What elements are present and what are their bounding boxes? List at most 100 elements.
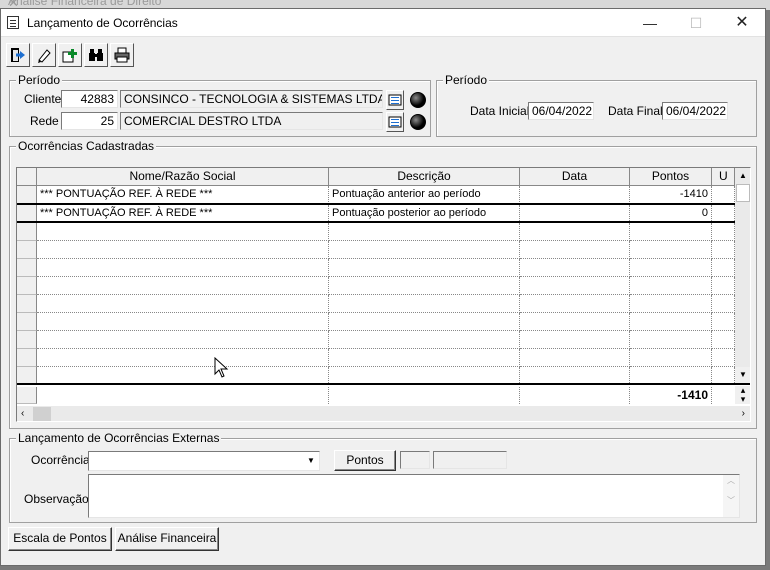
empty-cell[interactable] [520,331,630,349]
empty-cell[interactable] [329,223,520,241]
total-separator [17,383,750,385]
grid-horizontal-scrollbar[interactable]: ‹ › [17,406,750,421]
maximize-button[interactable]: ☐ [673,9,719,37]
cliente-list-button[interactable] [386,90,404,110]
externas-group: Lançamento de Ocorrências Externas Ocorr… [9,431,757,523]
empty-cell[interactable] [37,241,329,259]
observacao-scrollbar[interactable]: ︿ ﹀ [723,475,739,517]
minimize-button[interactable]: — [627,9,673,37]
cell-pontos[interactable]: -1410 [630,186,712,204]
cliente-label: Cliente [24,92,62,106]
row-indicator[interactable] [17,259,37,277]
empty-cell[interactable] [520,241,630,259]
empty-cell[interactable] [630,259,712,277]
form-icon [7,16,19,29]
empty-cell[interactable] [329,313,520,331]
empty-cell[interactable] [520,277,630,295]
escala-de-pontos-button[interactable]: Escala de Pontos [8,527,112,551]
row-indicator[interactable] [17,277,37,295]
cliente-code-field[interactable]: 42883 [61,90,118,108]
search-button[interactable] [84,43,108,67]
empty-cell[interactable] [630,313,712,331]
row-indicator[interactable] [17,349,37,367]
empty-cell[interactable] [37,349,329,367]
empty-cell[interactable] [520,259,630,277]
rede-list-button[interactable] [386,112,404,132]
total-spin-icon[interactable]: ▴ ▾ [735,386,750,404]
row-indicator[interactable] [17,295,37,313]
add-button[interactable] [58,43,82,67]
total-cell-descricao [329,387,520,404]
empty-cell[interactable] [37,259,329,277]
scroll-up-icon[interactable]: ▲ [735,168,750,184]
empty-cell[interactable] [712,313,735,331]
empty-cell[interactable] [630,277,712,295]
cell-data[interactable] [520,186,630,204]
cell-nome[interactable]: *** PONTUAÇÃO REF. À REDE *** [37,186,329,204]
empty-cell[interactable] [520,349,630,367]
empty-cell[interactable] [329,295,520,313]
row-indicator[interactable] [17,223,37,241]
column-header-pontos[interactable]: Pontos [630,168,712,186]
empty-cell[interactable] [630,331,712,349]
observacao-textarea[interactable]: ︿ ﹀ [88,474,740,518]
empty-cell[interactable] [520,295,630,313]
data-final-field[interactable]: 06/04/2022 [662,102,728,120]
empty-cell[interactable] [37,223,329,241]
empty-cell[interactable] [329,331,520,349]
empty-cell[interactable] [37,277,329,295]
h-scroll-thumb[interactable] [33,407,51,421]
print-button[interactable] [110,43,134,67]
column-header-nome[interactable]: Nome/Razão Social [37,168,329,186]
column-header-descricao[interactable]: Descrição [329,168,520,186]
empty-cell[interactable] [37,331,329,349]
analise-financeira-button[interactable]: Análise Financeira [115,527,219,551]
empty-cell[interactable] [329,349,520,367]
empty-cell[interactable] [37,313,329,331]
empty-cell[interactable] [630,295,712,313]
rede-code-field[interactable]: 25 [61,112,118,130]
scroll-left-icon[interactable]: ‹ [21,406,24,421]
empty-cell[interactable] [712,331,735,349]
periodo-datas-group: Período Data Inicial 06/04/2022 Data Fin… [436,73,757,137]
total-pontos: -1410 [630,387,712,404]
cell-descricao[interactable]: Pontuação anterior ao período [329,186,520,204]
scroll-down-icon[interactable]: ▼ [735,367,750,383]
list-icon [388,116,402,128]
empty-cell[interactable] [37,295,329,313]
row-indicator[interactable] [17,331,37,349]
empty-cell[interactable] [712,241,735,259]
empty-cell[interactable] [520,223,630,241]
row-indicator[interactable] [17,313,37,331]
externas-legend: Lançamento de Ocorrências Externas [16,431,222,445]
cliente-status-ball-icon[interactable] [410,92,426,108]
empty-cell[interactable] [329,277,520,295]
empty-cell[interactable] [712,259,735,277]
empty-cell[interactable] [329,241,520,259]
scroll-right-icon[interactable]: › [742,406,745,421]
cell-u[interactable] [712,186,735,204]
empty-cell[interactable] [712,295,735,313]
pontos-button[interactable]: Pontos [334,450,396,471]
column-header-u[interactable]: U [712,168,735,186]
rede-status-ball-icon[interactable] [410,114,426,130]
empty-cell[interactable] [520,313,630,331]
empty-cell[interactable] [712,277,735,295]
empty-cell[interactable] [630,349,712,367]
close-button[interactable]: ✕ [719,9,765,37]
scroll-thumb[interactable] [736,184,750,202]
empty-cell[interactable] [712,349,735,367]
row-indicator[interactable] [17,241,37,259]
grid-vertical-scrollbar[interactable]: ▲ ▼ [735,168,750,383]
data-inicial-field[interactable]: 06/04/2022 [528,102,594,120]
ocorrencia-select[interactable]: ▼ [88,451,320,471]
empty-cell[interactable] [630,241,712,259]
edit-button[interactable] [32,43,56,67]
empty-cell[interactable] [630,223,712,241]
row-indicator[interactable] [17,186,37,204]
chevron-down-icon[interactable]: ▼ [303,452,319,470]
empty-cell[interactable] [712,223,735,241]
empty-cell[interactable] [329,259,520,277]
exit-button[interactable] [6,43,30,67]
column-header-data[interactable]: Data [520,168,630,186]
